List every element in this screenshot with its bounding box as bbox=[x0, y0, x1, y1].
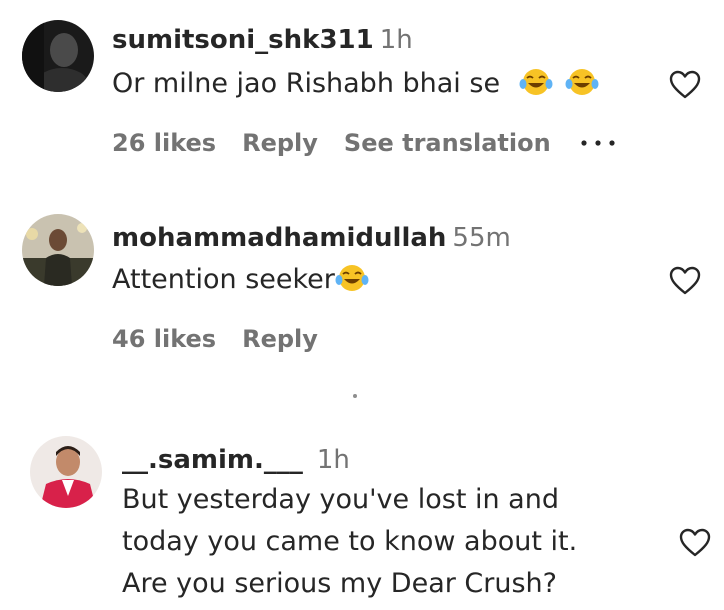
username[interactable]: sumitsoni_shk311 bbox=[112, 25, 374, 55]
comment-1: sumitsoni_shk311 1h Or milne jao Rishabh … bbox=[0, 0, 724, 190]
comment-text-line: But yesterday you've lost in and bbox=[122, 484, 559, 515]
timestamp[interactable]: 55m bbox=[452, 223, 510, 253]
username[interactable]: __.samim.___ bbox=[122, 445, 303, 475]
reply-button[interactable]: Reply bbox=[242, 325, 318, 353]
comment-3: __.samim.___ 1h But yesterday you've lost… bbox=[0, 420, 724, 610]
avatar[interactable] bbox=[30, 436, 102, 508]
likes-count[interactable]: 46 likes bbox=[112, 325, 216, 353]
likes-count[interactable]: 26 likes bbox=[112, 129, 216, 157]
face-with-tears-of-joy-emoji bbox=[335, 265, 369, 291]
see-translation-button[interactable]: See translation bbox=[344, 129, 551, 157]
heart-outline-icon[interactable] bbox=[679, 528, 711, 558]
timestamp[interactable]: 1h bbox=[317, 445, 350, 475]
face-with-tears-of-joy-emoji bbox=[565, 69, 599, 95]
separator-dot bbox=[353, 394, 357, 398]
comment-text-content: Attention seeker bbox=[112, 264, 335, 295]
heart-outline-icon[interactable] bbox=[669, 266, 701, 296]
avatar[interactable] bbox=[22, 20, 94, 92]
comment-header: sumitsoni_shk311 1h bbox=[112, 24, 413, 56]
avatar[interactable] bbox=[22, 214, 94, 286]
comment-text-line: Are you serious my Dear Crush? bbox=[122, 568, 557, 599]
heart-outline-icon[interactable] bbox=[669, 70, 701, 100]
comment-2: mohammadhamidullah 55m Attention seeker 4… bbox=[0, 190, 724, 380]
comment-actions: 26 likes Reply See translation bbox=[112, 128, 577, 158]
comment-text: Or milne jao Rishabh bhai se bbox=[112, 66, 599, 101]
comment-actions: 46 likes Reply bbox=[112, 324, 344, 354]
comment-header: __.samim.___ 1h bbox=[122, 444, 350, 476]
comment-text-content: Or milne jao Rishabh bhai se bbox=[112, 68, 501, 99]
comment-text: Attention seeker bbox=[112, 262, 369, 297]
timestamp[interactable]: 1h bbox=[380, 25, 413, 55]
comment-text-line: today you came to know about it. bbox=[122, 526, 578, 557]
reply-button[interactable]: Reply bbox=[242, 129, 318, 157]
face-with-tears-of-joy-emoji bbox=[519, 69, 553, 95]
comment-header: mohammadhamidullah 55m bbox=[112, 222, 511, 254]
username[interactable]: mohammadhamidullah bbox=[112, 223, 446, 253]
more-horizontal-icon[interactable] bbox=[578, 138, 618, 148]
